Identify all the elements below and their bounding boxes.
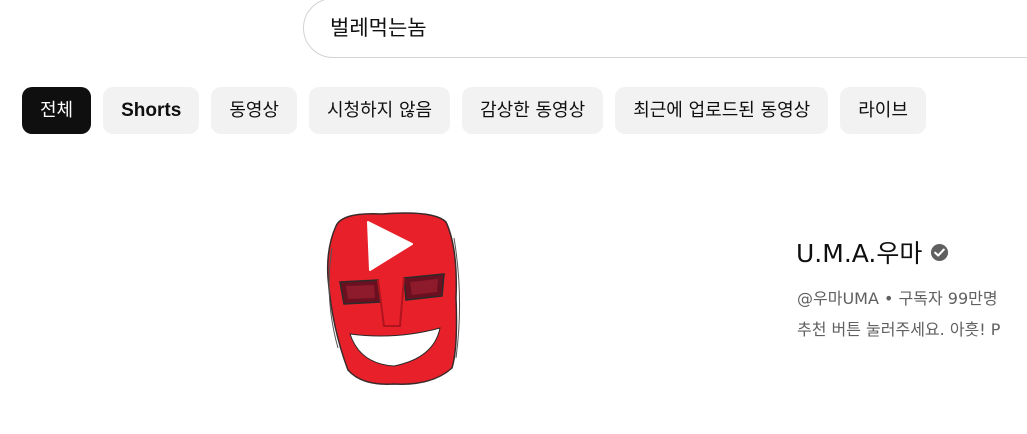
filter-chip-bar: 전체 Shorts 동영상 시청하지 않음 감상한 동영상 최근에 업로드된 동… <box>22 87 926 134</box>
chip-all[interactable]: 전체 <box>22 87 92 134</box>
chip-unwatched[interactable]: 시청하지 않음 <box>309 87 451 134</box>
chip-recently-uploaded[interactable]: 최근에 업로드된 동영상 <box>615 87 829 134</box>
search-results-page: 벌레먹는놈 전체 Shorts 동영상 시청하지 않음 감상한 동영상 최근에 … <box>0 0 1027 434</box>
verified-check-icon <box>931 243 949 261</box>
red-mask-play-icon <box>326 212 461 385</box>
channel-title-row: U.M.A.우마 <box>796 234 949 270</box>
chip-videos[interactable]: 동영상 <box>211 87 297 134</box>
channel-description: 추천 버튼 눌러주세요. 아흣! P <box>797 320 1001 339</box>
chip-watched[interactable]: 감상한 동영상 <box>462 87 604 134</box>
subscriber-count: 구독자 99만명 <box>898 289 998 308</box>
channel-avatar[interactable] <box>322 208 466 388</box>
meta-separator: • <box>884 289 894 308</box>
search-box[interactable]: 벌레먹는놈 <box>303 0 1027 58</box>
channel-meta: @우마UMA • 구독자 99만명 <box>797 285 998 309</box>
channel-handle: @우마UMA <box>797 289 879 308</box>
chip-live[interactable]: 라이브 <box>840 87 926 134</box>
channel-name[interactable]: U.M.A.우마 <box>796 234 922 270</box>
search-input[interactable]: 벌레먹는놈 <box>330 11 427 45</box>
chip-shorts[interactable]: Shorts <box>103 87 200 134</box>
